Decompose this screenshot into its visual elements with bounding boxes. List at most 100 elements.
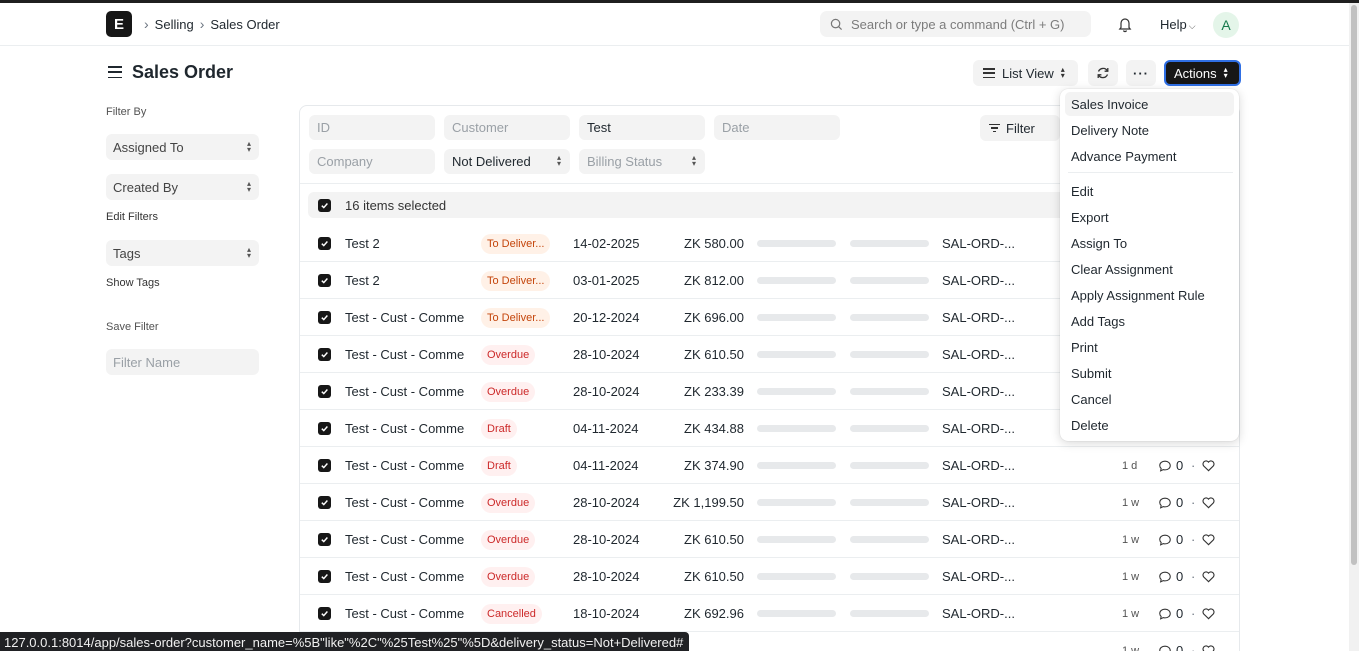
page-scrollbar[interactable] <box>1349 3 1359 651</box>
notification-bell-icon[interactable] <box>1116 15 1134 33</box>
row-checkbox[interactable] <box>318 459 331 472</box>
created-by-select[interactable]: Created By ▴ ▾ <box>106 174 259 200</box>
sidebar-toggle-icon[interactable] <box>108 66 122 78</box>
row-title[interactable]: Test - Cust - Comme <box>345 458 467 473</box>
delivery-status-select[interactable]: Not Delivered ▴ ▾ <box>444 149 570 174</box>
updown-icon: ▴ ▾ <box>1060 65 1065 80</box>
heart-icon[interactable] <box>1201 569 1216 587</box>
breadcrumb-selling[interactable]: Selling <box>155 17 194 32</box>
row-title[interactable]: Test 2 <box>345 273 467 288</box>
status-badge: Overdue <box>481 530 536 550</box>
show-tags-link[interactable]: Show Tags <box>106 277 160 289</box>
assigned-to-select[interactable]: Assigned To ▴ ▾ <box>106 134 259 160</box>
row-title[interactable]: Test - Cust - Comme <box>345 421 467 436</box>
table-row[interactable]: Test - Cust - Comme Overdue 28-10-2024 ZK 1… <box>300 484 1239 521</box>
list-view-label: List View <box>1002 65 1054 81</box>
percent-delivered-bar <box>757 240 836 247</box>
table-row[interactable]: Test - Cust - Comme Cancelled 18-10-2024 ZK… <box>300 595 1239 632</box>
breadcrumb: › Selling › Sales Order <box>144 16 280 32</box>
heart-icon[interactable] <box>1201 532 1216 550</box>
row-checkbox[interactable] <box>318 607 331 620</box>
menu-item-print[interactable]: Print <box>1065 335 1234 359</box>
menu-item-submit[interactable]: Submit <box>1065 361 1234 385</box>
row-date: 28-10-2024 <box>573 532 640 547</box>
row-checkbox[interactable] <box>318 422 331 435</box>
actions-button[interactable]: Actions ▴ ▾ <box>1164 60 1241 86</box>
menu-item-delete[interactable]: Delete <box>1065 413 1234 437</box>
comment-count[interactable]: 0 <box>1158 532 1183 547</box>
actions-menu: Sales Invoice Delivery Note Advance Paym… <box>1060 89 1239 441</box>
menu-item-apply-assignment-rule[interactable]: Apply Assignment Rule <box>1065 283 1234 307</box>
percent-delivered-bar <box>757 277 836 284</box>
refresh-button[interactable] <box>1088 60 1118 86</box>
menu-item-delivery-note[interactable]: Delivery Note <box>1065 118 1234 142</box>
filter-button-label: Filter <box>1006 120 1035 136</box>
date-filter-input[interactable]: Date <box>714 115 840 140</box>
row-checkbox[interactable] <box>318 274 331 287</box>
list-view-button[interactable]: List View ▴ ▾ <box>973 60 1078 86</box>
row-checkbox[interactable] <box>318 237 331 250</box>
row-checkbox[interactable] <box>318 570 331 583</box>
select-all-checkbox[interactable] <box>318 198 331 212</box>
help-dropdown[interactable]: Help ⌵ <box>1160 17 1196 32</box>
billing-status-select[interactable]: Billing Status ▴ ▾ <box>579 149 705 174</box>
comment-count[interactable]: 0 <box>1158 458 1183 473</box>
row-title[interactable]: Test - Cust - Comme <box>345 606 467 621</box>
menu-item-advance-payment[interactable]: Advance Payment <box>1065 144 1234 168</box>
heart-icon[interactable] <box>1201 495 1216 513</box>
row-title[interactable]: Test - Cust - Comme <box>345 347 467 362</box>
row-title[interactable]: Test - Cust - Comme <box>345 384 467 399</box>
comment-count-value: 0 <box>1176 495 1184 510</box>
menu-item-add-tags[interactable]: Add Tags <box>1065 309 1234 333</box>
heart-icon[interactable] <box>1201 643 1216 651</box>
app-logo[interactable]: E <box>106 11 132 37</box>
heart-icon[interactable] <box>1201 606 1216 624</box>
customer-filter-input[interactable]: Customer <box>444 115 570 140</box>
menu-item-edit[interactable]: Edit <box>1065 179 1234 203</box>
menu-item-assign-to[interactable]: Assign To <box>1065 231 1234 255</box>
row-checkbox[interactable] <box>318 385 331 398</box>
tags-select[interactable]: Tags ▴ ▾ <box>106 240 259 266</box>
row-title[interactable]: Test - Cust - Comme <box>345 569 467 584</box>
row-title[interactable]: Test - Cust - Comme <box>345 495 467 510</box>
company-filter-input[interactable]: Company <box>309 149 435 174</box>
table-row[interactable]: Test - Cust - Comme Draft 04-11-2024 ZK 374… <box>300 447 1239 484</box>
row-title[interactable]: Test - Cust - Comme <box>345 310 467 325</box>
row-title[interactable]: Test - Cust - Comme <box>345 532 467 547</box>
row-checkbox[interactable] <box>318 348 331 361</box>
edit-filters-link[interactable]: Edit Filters <box>106 211 158 223</box>
menu-item-export[interactable]: Export <box>1065 205 1234 229</box>
search-input[interactable]: Search or type a command (Ctrl + G) <box>820 11 1091 37</box>
table-row[interactable]: Test - Cust - Comme Overdue 28-10-2024 ZK 6… <box>300 558 1239 595</box>
customer-name-filter-input[interactable]: Test <box>579 115 705 140</box>
heart-icon[interactable] <box>1201 458 1216 476</box>
table-row[interactable]: Test - Cust - Comme Overdue 28-10-2024 ZK 6… <box>300 521 1239 558</box>
row-checkbox[interactable] <box>318 496 331 509</box>
filter-button[interactable]: Filter <box>980 115 1060 141</box>
comment-count[interactable]: 0 <box>1158 569 1183 584</box>
row-id: SAL-ORD-... <box>942 347 1015 362</box>
menu-item-sales-invoice[interactable]: Sales Invoice <box>1065 92 1234 116</box>
scrollbar-thumb[interactable] <box>1351 5 1357 565</box>
row-checkbox[interactable] <box>318 533 331 546</box>
comment-count[interactable]: 0 <box>1158 495 1183 510</box>
row-title[interactable]: Test 2 <box>345 236 467 251</box>
avatar[interactable]: A <box>1213 12 1239 38</box>
row-date: 28-10-2024 <box>573 495 640 510</box>
menu-item-cancel[interactable]: Cancel <box>1065 387 1234 411</box>
comment-count[interactable]: 0 <box>1158 606 1183 621</box>
status-badge: To Deliver... <box>481 234 551 254</box>
breadcrumb-sales-order[interactable]: Sales Order <box>210 17 279 32</box>
comment-count[interactable]: 0 <box>1158 643 1183 651</box>
percent-billed-bar <box>850 388 929 395</box>
menu-item-clear-assignment[interactable]: Clear Assignment <box>1065 257 1234 281</box>
comment-count-value: 0 <box>1176 569 1184 584</box>
row-checkbox[interactable] <box>318 311 331 324</box>
row-date: 03-01-2025 <box>573 273 640 288</box>
percent-delivered-bar <box>757 573 836 580</box>
more-options-button[interactable]: ··· <box>1126 60 1156 86</box>
status-badge: Overdue <box>481 567 536 587</box>
filter-name-input[interactable]: Filter Name <box>106 349 259 375</box>
row-modified-ago: 1 w <box>1122 571 1140 583</box>
id-filter-input[interactable]: ID <box>309 115 435 140</box>
